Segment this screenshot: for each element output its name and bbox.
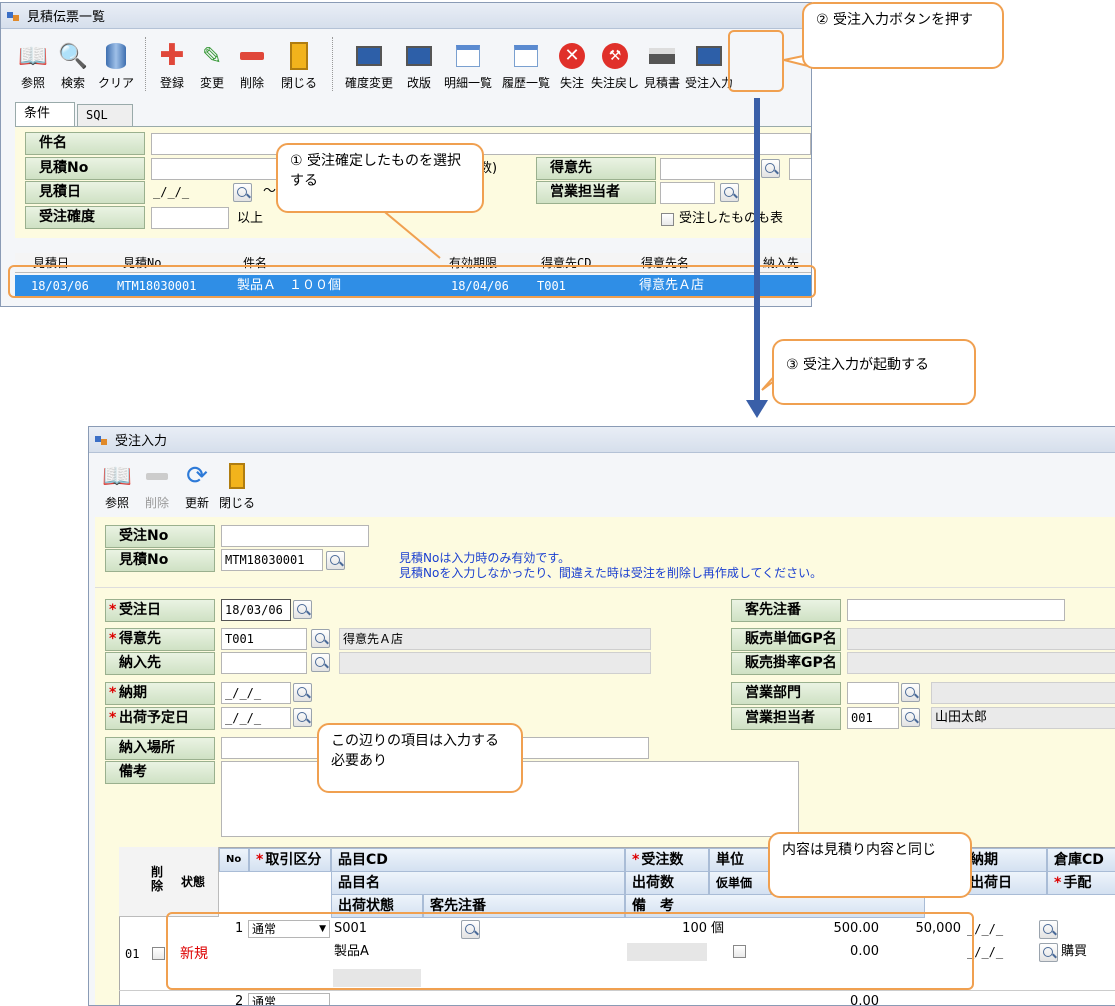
callout-step3: ③ 受注入力が起動する xyxy=(772,339,976,405)
toolbar-button-update[interactable]: ⟳ 更新 xyxy=(177,461,217,511)
hanbai-tanka-gp-field xyxy=(847,628,1115,650)
eigyo-bumon-input[interactable] xyxy=(847,682,899,704)
window-title: 受注入力 xyxy=(115,434,168,449)
grid-col-nouki: 納期 xyxy=(963,848,1047,872)
row2-no: 2 xyxy=(235,994,244,1006)
tokuisaki-search-icon[interactable] xyxy=(311,629,330,648)
book-icon: 📖 xyxy=(102,462,132,490)
note-line1: 見積Noは入力時のみ有効です。 xyxy=(399,551,571,565)
refresh-icon: ⟳ xyxy=(186,461,208,491)
nouki-input[interactable]: _/_/_ xyxy=(221,682,291,704)
grid-col-karitanka: 仮単価 xyxy=(709,871,771,895)
grid-col-joutai: 状態 xyxy=(181,875,206,889)
grid-col-juchusu: 受注数 xyxy=(625,848,709,872)
divider xyxy=(95,587,1115,588)
juchu-bi-input[interactable]: 18/03/06 xyxy=(221,599,291,621)
row-delete-checkbox[interactable] xyxy=(152,947,165,960)
detail-row-highlight xyxy=(166,912,974,990)
label-hanbai-tanka-gp: 販売単価GP名 xyxy=(731,628,841,651)
row2-tanka: 0.00 xyxy=(850,994,879,1006)
shukka-yotei-calendar-icon[interactable] xyxy=(293,708,312,727)
label-nounyu-basho: 納入場所 xyxy=(105,737,215,760)
nounyusaki-search-icon[interactable] xyxy=(311,653,330,672)
nounyusaki-name xyxy=(339,652,651,674)
title-bar: 受注入力 xyxy=(89,427,1115,453)
label-tokuisaki: 得意先 xyxy=(105,628,215,651)
toolbar-button-delete[interactable]: 削除 xyxy=(137,461,177,511)
mitsumori-no-search-icon[interactable] xyxy=(326,551,345,570)
mitsumori-no-input[interactable]: MTM18030001 xyxy=(221,549,323,571)
grid-col-souko: 倉庫CD xyxy=(1047,848,1115,872)
row-tehai: 購買 xyxy=(1061,944,1088,959)
juchu-bi-calendar-icon[interactable] xyxy=(293,600,312,619)
eigyo-bumon-name xyxy=(931,682,1115,704)
grid-col-shukkabi: 出荷日 xyxy=(963,871,1047,895)
grid-col-hinmoku-mei: 品目名 xyxy=(331,871,625,895)
hanbai-kakeritsu-gp-field xyxy=(847,652,1115,674)
row-line-number: 01 xyxy=(125,947,140,961)
toolbar-button-refer[interactable]: 📖 参照 xyxy=(97,461,137,511)
eigyo-tanto-search-icon[interactable] xyxy=(901,708,920,727)
callout-step2: ② 受注入力ボタンを押す xyxy=(802,2,1004,69)
grid-col-shukkasu: 出荷数 xyxy=(625,871,709,895)
label-nounyusaki: 納入先 xyxy=(105,652,215,675)
grid-col-tehai: 手配 xyxy=(1047,871,1115,895)
label-kyakusaki-chuban: 客先注番 xyxy=(731,599,841,622)
toolbar: 📖 参照 削除 ⟳ 更新 閉じる xyxy=(97,459,257,511)
tokuisaki-cd-input[interactable]: T001 xyxy=(221,628,307,650)
kyakusaki-chuban-input[interactable] xyxy=(847,599,1065,621)
label-eigyo-bumon: 営業部門 xyxy=(731,682,841,705)
eigyo-tanto-input[interactable]: 001 xyxy=(847,707,899,729)
note-line2: 見積Noを入力しなかったり、間違えた時は受注を削除し再作成してください。 xyxy=(399,566,823,580)
callout-required-fields: この辺りの項目は入力する必要あり xyxy=(317,723,523,793)
label-hanbai-kakeritsu-gp: 販売掛率GP名 xyxy=(731,652,841,675)
label-nouki: 納期 xyxy=(105,682,215,705)
row-nouki-calendar-icon[interactable] xyxy=(1039,920,1058,939)
callout-step1: ① 受注確定したものを選択する xyxy=(276,143,484,213)
minus-icon xyxy=(142,461,172,491)
label-shukka-yotei-bi: 出荷予定日 xyxy=(105,707,215,730)
callout-same-content: 内容は見積り内容と同じ xyxy=(768,832,972,898)
tokuisaki-name: 得意先Ａ店 xyxy=(339,628,651,650)
toolbar-button-close[interactable]: 閉じる xyxy=(217,461,257,511)
row-shukkabi-calendar-icon[interactable] xyxy=(1039,943,1058,962)
nounyusaki-input[interactable] xyxy=(221,652,307,674)
grid-col-no: No xyxy=(219,848,249,872)
nouki-calendar-icon[interactable] xyxy=(293,683,312,702)
grid-col-tani: 単位 xyxy=(709,848,771,872)
grid-col-torihiki: 取引区分 xyxy=(249,848,331,872)
door-icon xyxy=(222,461,252,491)
label-bikou: 備考 xyxy=(105,761,215,784)
grid-col-hinmoku-cd: 品目CD xyxy=(331,848,625,872)
label-juchu-bi: 受注日 xyxy=(105,599,215,622)
juchu-no-input[interactable] xyxy=(221,525,369,547)
label-juchu-no: 受注No xyxy=(105,525,215,548)
label-eigyo-tanto: 営業担当者 xyxy=(731,707,841,730)
grid-col-sakujo: 削除 xyxy=(151,865,164,893)
eigyo-tanto-name: 山田太郎 xyxy=(931,707,1115,729)
eigyo-bumon-search-icon[interactable] xyxy=(901,683,920,702)
app-icon xyxy=(95,434,109,446)
shukka-yotei-input[interactable]: _/_/_ xyxy=(221,707,291,729)
label-mitsumori-no: 見積No xyxy=(105,549,215,572)
